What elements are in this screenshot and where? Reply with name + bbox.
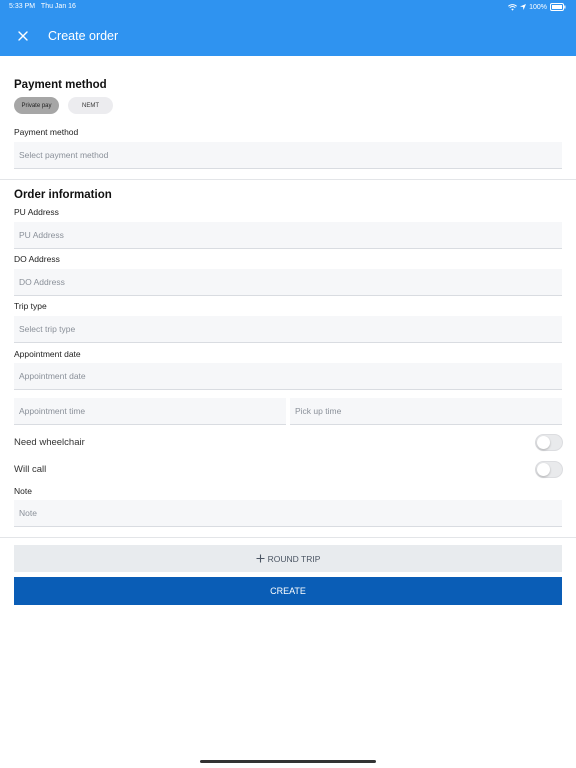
close-icon <box>18 31 28 41</box>
app-header: 5:33 PM Thu Jan 16 100% Create order <box>0 0 576 56</box>
wheelchair-toggle[interactable] <box>535 434 563 451</box>
battery-icon <box>550 3 566 11</box>
status-bar: 5:33 PM Thu Jan 16 100% <box>0 0 576 14</box>
appointment-date-input[interactable] <box>14 363 562 390</box>
wheelchair-label: Need wheelchair <box>14 437 85 448</box>
status-indicators: 100% <box>508 3 566 11</box>
create-button[interactable]: CREATE <box>14 577 562 605</box>
section-divider <box>0 537 576 538</box>
payment-method-label: Payment method <box>14 127 79 137</box>
will-call-label: Will call <box>14 464 47 475</box>
note-label: Note <box>14 486 32 496</box>
note-input[interactable] <box>14 500 562 527</box>
appointment-date-label: Appointment date <box>14 349 81 359</box>
payment-section-title: Payment method <box>14 79 107 91</box>
do-address-label: DO Address <box>14 254 60 264</box>
trip-type-label: Trip type <box>14 301 47 311</box>
order-section-title: Order information <box>14 189 112 201</box>
location-arrow-icon <box>520 4 527 10</box>
payment-method-select[interactable] <box>14 142 562 169</box>
round-trip-button[interactable]: ROUND TRIP <box>14 545 562 572</box>
do-address-input[interactable] <box>14 269 562 296</box>
chip-private-pay[interactable]: Private pay <box>14 97 59 114</box>
wifi-icon <box>508 3 518 11</box>
status-date: Thu Jan 16 <box>40 3 76 10</box>
battery-percent: 100% <box>529 3 547 11</box>
home-indicator[interactable] <box>200 760 376 763</box>
pu-address-input[interactable] <box>14 222 562 249</box>
plus-icon <box>256 554 265 563</box>
pu-address-label: PU Address <box>14 207 59 217</box>
appointment-time-input[interactable] <box>14 398 286 425</box>
status-time: 5:33 PM Thu Jan 16 <box>9 3 76 10</box>
pickup-time-input[interactable] <box>290 398 562 425</box>
page-title: Create order <box>48 29 119 43</box>
will-call-toggle[interactable] <box>535 461 563 478</box>
trip-type-select[interactable] <box>14 316 562 343</box>
chip-nemt[interactable]: NEMT <box>68 97 113 114</box>
toggle-knob <box>537 436 550 449</box>
status-clock: 5:33 PM <box>9 3 36 10</box>
round-trip-label: ROUND TRIP <box>267 553 321 564</box>
toggle-knob <box>537 463 550 476</box>
section-divider <box>0 179 576 180</box>
close-button[interactable] <box>14 27 32 45</box>
